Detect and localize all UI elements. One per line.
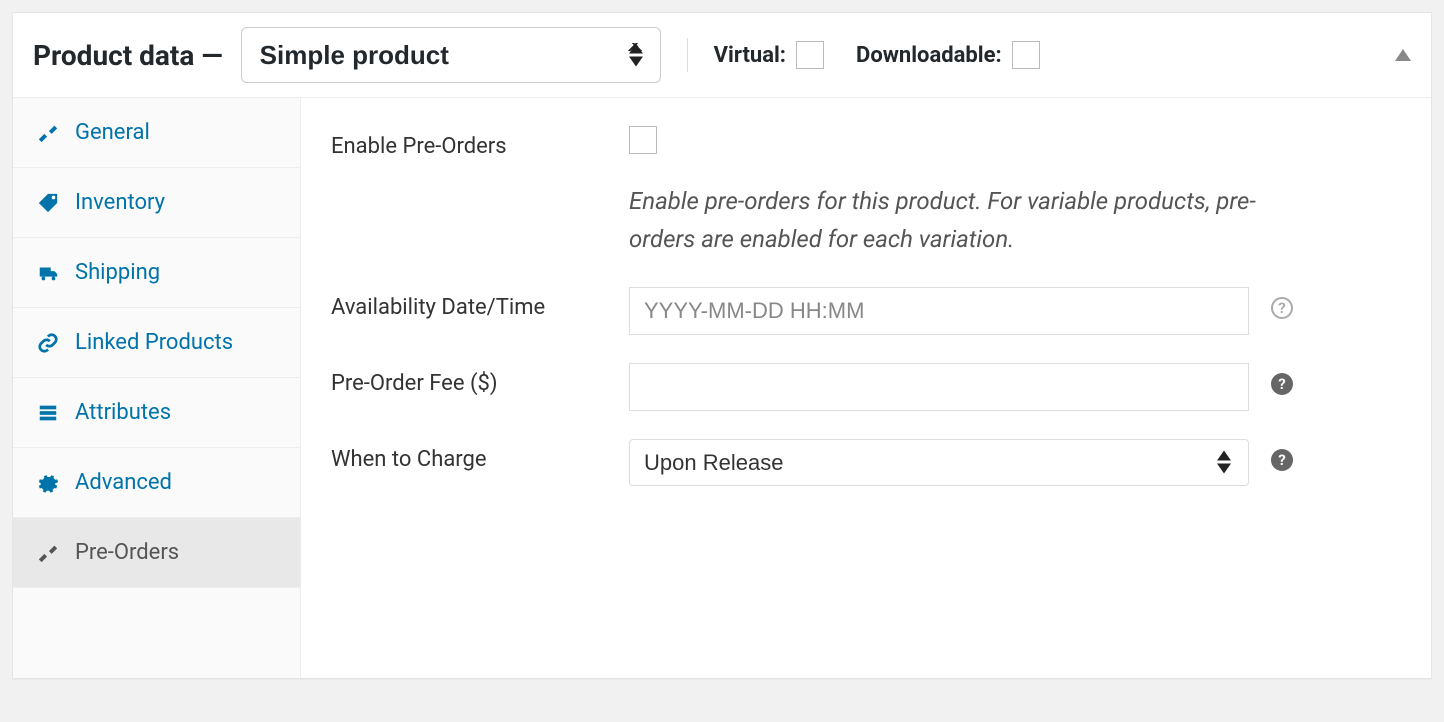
panel-body: General Inventory Shipping — [13, 98, 1431, 678]
svg-text:?: ? — [1278, 299, 1285, 317]
panel-header: Product data — Simple product Virtual: D… — [13, 13, 1431, 98]
product-data-tabs: General Inventory Shipping — [13, 98, 301, 678]
availability-label: Availability Date/Time — [331, 287, 629, 320]
gear-icon — [37, 472, 59, 494]
virtual-label: Virtual: — [714, 43, 786, 68]
enable-preorders-label: Enable Pre-Orders — [331, 126, 629, 159]
tab-link-attributes[interactable]: Attributes — [13, 378, 300, 447]
row-enable-preorders: Enable Pre-Orders Enable pre-orders for … — [331, 126, 1401, 259]
tab-link-preorders[interactable]: Pre-Orders — [13, 518, 300, 587]
svg-text:?: ? — [1278, 451, 1285, 469]
tab-link-inventory[interactable]: Inventory — [13, 168, 300, 237]
downloadable-check-item: Downloadable: — [856, 41, 1040, 69]
row-charge: When to Charge Upon Release ? — [331, 439, 1401, 486]
charge-select[interactable]: Upon Release — [629, 439, 1249, 486]
tag-icon — [37, 192, 59, 214]
tab-label-attributes: Attributes — [75, 400, 171, 425]
tab-link-linked[interactable]: Linked Products — [13, 308, 300, 377]
wrench-icon — [37, 122, 59, 144]
product-type-select-wrap: Simple product — [241, 27, 661, 83]
tab-label-linked: Linked Products — [75, 330, 233, 355]
fee-label: Pre-Order Fee ($) — [331, 363, 629, 396]
tab-shipping: Shipping — [13, 238, 300, 308]
help-icon[interactable]: ? — [1269, 371, 1295, 397]
virtual-checkbox[interactable] — [796, 41, 824, 69]
tab-link-advanced[interactable]: Advanced — [13, 448, 300, 517]
downloadable-checkbox[interactable] — [1012, 41, 1040, 69]
help-icon[interactable]: ? — [1269, 295, 1295, 321]
enable-preorders-field: Enable pre-orders for this product. For … — [629, 126, 1401, 259]
tab-label-shipping: Shipping — [75, 260, 160, 285]
tab-inventory: Inventory — [13, 168, 300, 238]
downloadable-label: Downloadable: — [856, 43, 1002, 68]
tab-linked: Linked Products — [13, 308, 300, 378]
tab-label-advanced: Advanced — [75, 470, 172, 495]
tab-content-preorders: Enable Pre-Orders Enable pre-orders for … — [301, 98, 1431, 678]
tab-general: General — [13, 98, 300, 168]
tab-link-general[interactable]: General — [13, 98, 300, 167]
truck-icon — [37, 262, 59, 284]
tab-link-shipping[interactable]: Shipping — [13, 238, 300, 307]
availability-input[interactable] — [629, 287, 1249, 335]
row-availability: Availability Date/Time ? — [331, 287, 1401, 335]
product-type-select[interactable]: Simple product — [241, 27, 661, 83]
tab-advanced: Advanced — [13, 448, 300, 518]
header-separator — [687, 38, 688, 72]
enable-preorders-checkbox[interactable] — [629, 126, 657, 154]
virtual-check-item: Virtual: — [714, 41, 824, 69]
tab-label-inventory: Inventory — [75, 190, 165, 215]
fee-input[interactable] — [629, 363, 1249, 411]
collapse-arrow-icon[interactable] — [1395, 49, 1411, 61]
svg-text:?: ? — [1278, 375, 1285, 393]
charge-label: When to Charge — [331, 439, 629, 472]
charge-select-wrap: Upon Release — [629, 439, 1249, 486]
enable-preorders-desc: Enable pre-orders for this product. For … — [629, 182, 1269, 259]
row-fee: Pre-Order Fee ($) ? — [331, 363, 1401, 411]
tab-label-general: General — [75, 120, 150, 145]
wrench-icon — [37, 542, 59, 564]
list-icon — [37, 402, 59, 424]
tab-label-preorders: Pre-Orders — [75, 540, 179, 565]
panel-title: Product data — — [33, 39, 223, 72]
tab-preorders: Pre-Orders — [13, 518, 300, 588]
header-checkboxes: Virtual: Downloadable: — [714, 41, 1040, 69]
link-icon — [37, 332, 59, 354]
tab-attributes: Attributes — [13, 378, 300, 448]
product-data-panel: Product data — Simple product Virtual: D… — [12, 12, 1432, 679]
help-icon[interactable]: ? — [1269, 447, 1295, 473]
